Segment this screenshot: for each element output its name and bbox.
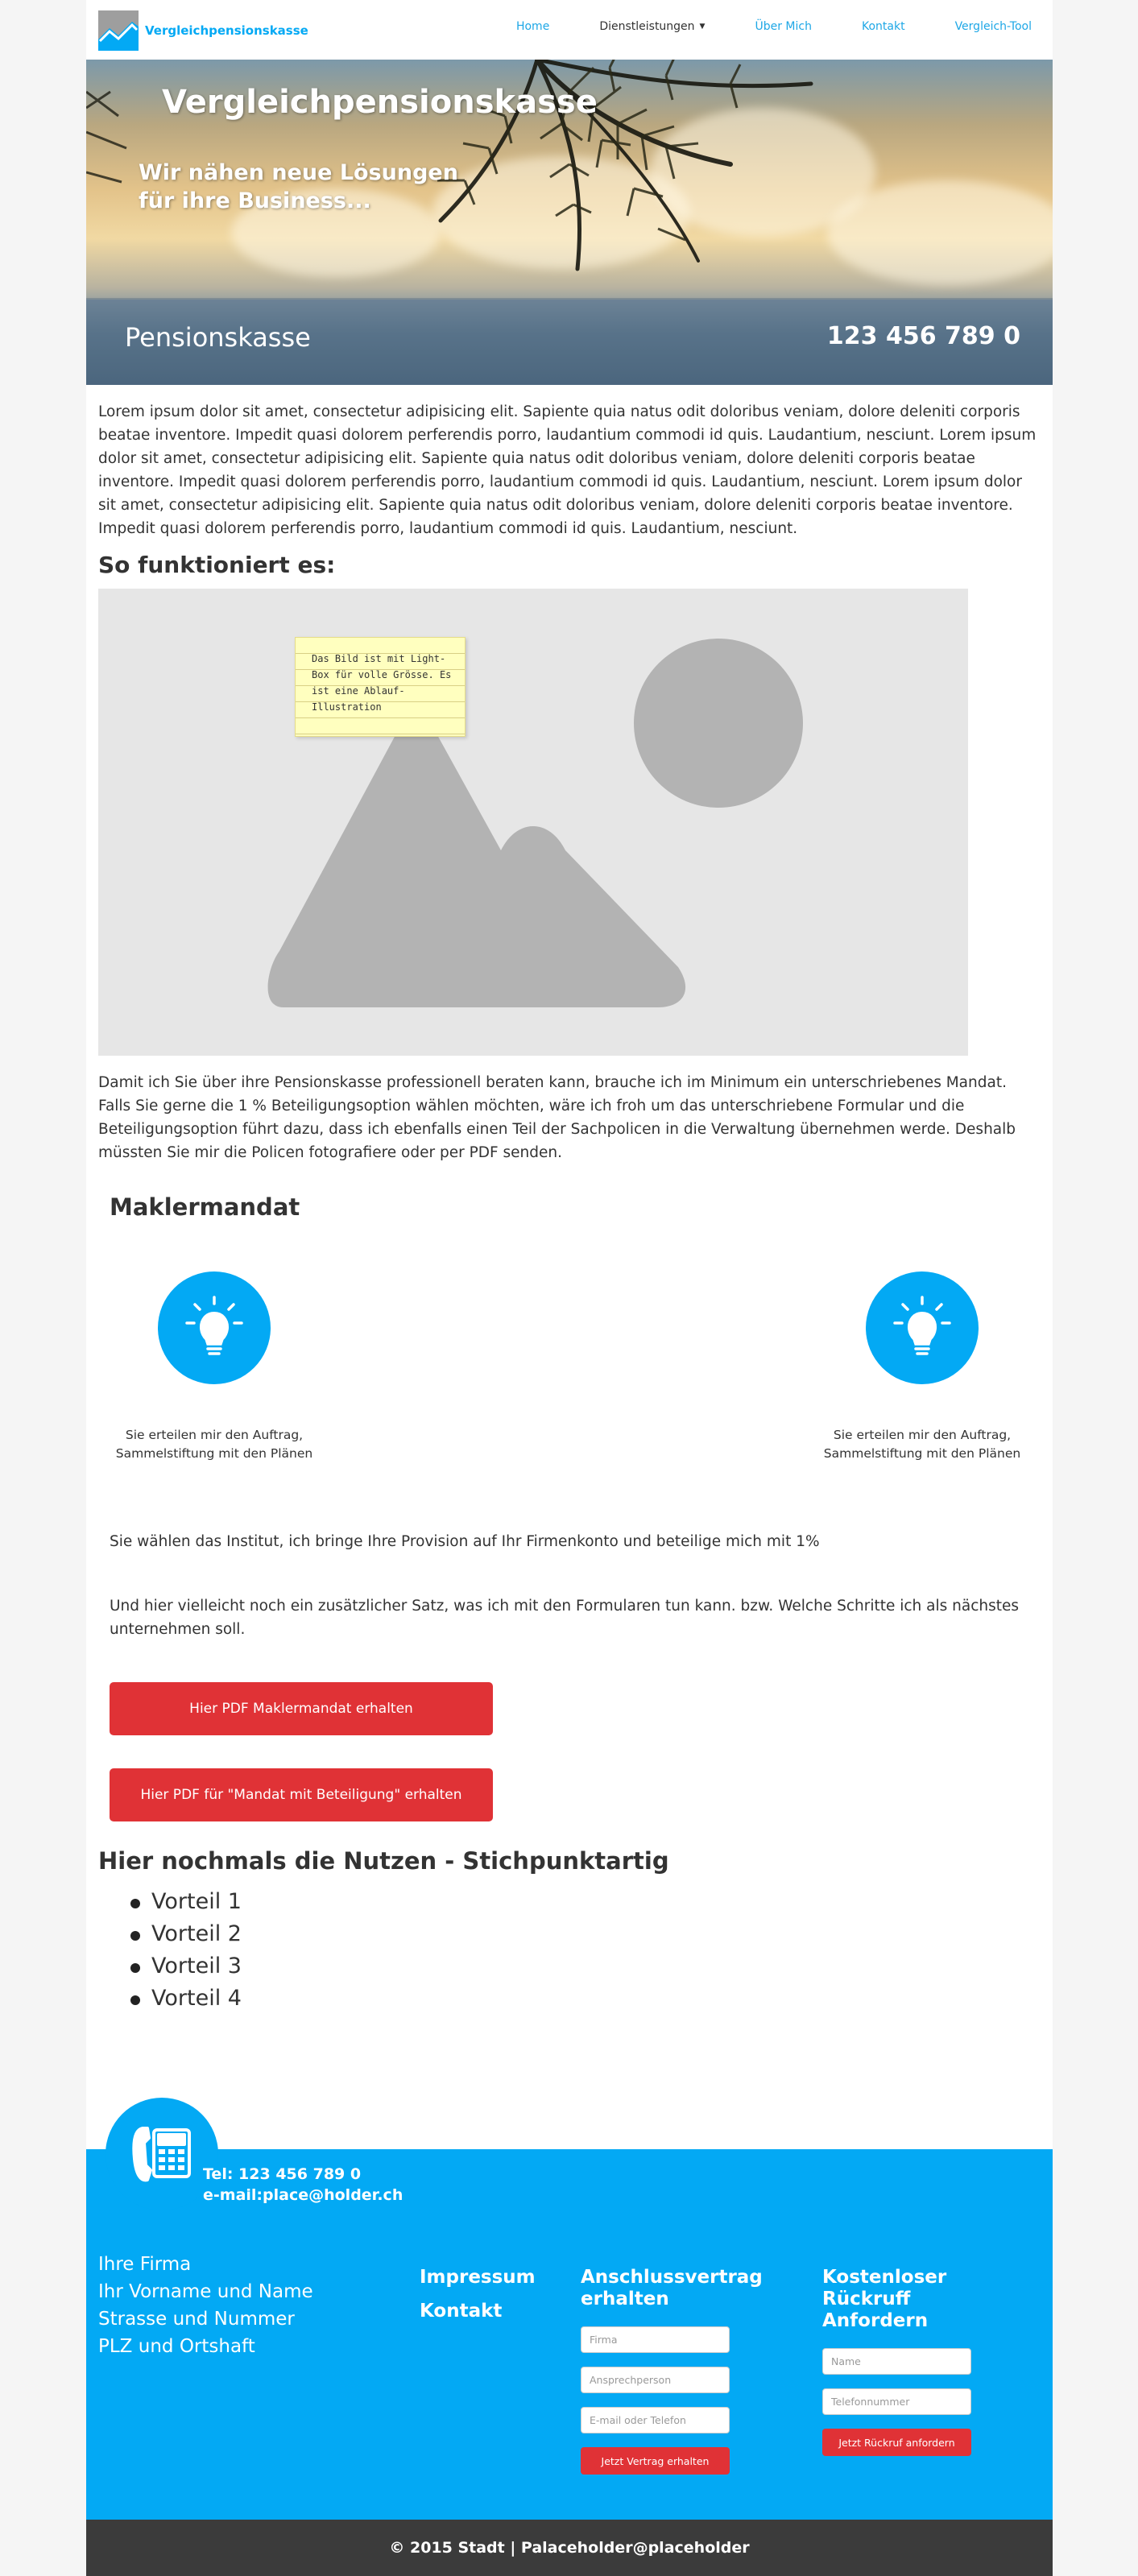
institut-text: Sie wählen das Institut, ich bringe Ihre… [110,1533,820,1550]
hero-banner: Vergleichpensionskasse Wir nähen neue Lö… [86,60,1053,385]
nav-item-dienstleistungen[interactable]: Dienstleistungen ▼ [599,20,705,33]
hero-bar-label: Pensionskasse [125,322,311,353]
name-field[interactable] [822,2348,971,2375]
brand-link[interactable]: Vergleichpensionskasse [98,10,308,51]
nav-item-label: Dienstleistungen [599,20,695,33]
list-item: Vorteil 3 [130,1950,242,1983]
step-card: Sie erteilen mir den Auftrag, Sammelstif… [817,1271,1027,1463]
footer-links: Impressum Kontakt [420,2267,536,2334]
nav-menu: Home Dienstleistungen ▼ Über Mich Kontakt… [466,20,1032,33]
firma-field[interactable] [581,2326,730,2353]
nav-item-ueber-mich[interactable]: Über Mich [755,20,812,33]
phone-icon [132,2127,191,2182]
lightbulb-icon [158,1271,271,1384]
rueckruf-form: Kostenloser Rückruff Anfordern Jetzt Rüc… [822,2267,1016,2456]
list-item: Vorteil 2 [130,1918,242,1950]
hero-subtitle: Wir nähen neue Lösungen für ihre Busines… [139,160,458,214]
footer-phone: Tel: 123 456 789 0 [203,2165,362,2183]
caret-down-icon: ▼ [699,23,706,31]
address-line: PLZ und Ortshaft [98,2336,255,2357]
lightbulb-glyph [893,1296,951,1355]
address-line: Ihre Firma [98,2254,192,2275]
mandat-text: Damit ich Sie über ihre Pensionskasse pr… [98,1074,1016,1161]
telefonnummer-field[interactable] [822,2388,971,2415]
additional-text: Und hier vielleicht noch ein zusätzliche… [110,1598,1020,1638]
hero-phone-number: 123 456 789 0 [826,322,1020,350]
email-or-phone-field[interactable] [581,2407,730,2433]
vertrag-form: Anschlussvertrag erhalten Jetzt Vertrag … [581,2267,774,2475]
list-item: Vorteil 1 [130,1886,242,1918]
lightbulb-glyph [185,1296,243,1355]
nav-item-vergleich-tool[interactable]: Vergleich-Tool [955,20,1032,33]
hero-bar: Pensionskasse 123 456 789 0 [86,298,1053,385]
list-item: Vorteil 4 [130,1983,242,2015]
maklermandat-heading: Maklermandat [110,1193,300,1221]
hero-title: Vergleichpensionskasse [162,84,598,121]
footer: Tel: 123 456 789 0 e-mail:place@holder.c… [86,2098,1053,2520]
footer-email[interactable]: e-mail:place@holder.ch [203,2186,403,2204]
copyright-bar: © 2015 Stadt | Palaceholder@placeholder [86,2520,1053,2576]
brand-name: Vergleichpensionskasse [145,23,308,38]
process-illustration[interactable]: Das Bild ist mit Light-Box für volle Grö… [98,589,968,1056]
address-line: Strasse und Nummer [98,2309,295,2330]
step-caption: Sie erteilen mir den Auftrag, Sammelstif… [823,1428,1021,1461]
pdf-beteiligung-button[interactable]: Hier PDF für "Mandat mit Beteiligung" er… [110,1768,493,1821]
chart-logo-icon [98,10,139,51]
pdf-maklermandat-button[interactable]: Hier PDF Maklermandat erhalten [110,1682,493,1735]
kontakt-link[interactable]: Kontakt [420,2301,536,2322]
rueckruf-heading: Kostenloser Rückruff Anfordern [822,2267,947,2331]
nutzen-heading: Hier nochmals die Nutzen - Stichpunktart… [98,1847,669,1875]
nav-item-home[interactable]: Home [516,20,549,33]
rueckruf-submit-button[interactable]: Jetzt Rückruf anfordern [822,2429,971,2456]
footer-address: Ihre Firma Ihr Vorname und Name Strasse … [98,2251,313,2360]
vertrag-heading: Anschlussvertrag erhalten [581,2267,763,2309]
image-placeholder-icon [267,639,803,1007]
ansprechperson-field[interactable] [581,2367,730,2393]
page: Vergleichpensionskasse Home Dienstleistu… [86,0,1053,2576]
step-card: Sie erteilen mir den Auftrag, Sammelstif… [110,1271,319,1463]
sticky-note: Das Bild ist mit Light-Box für volle Grö… [295,637,466,737]
lightbulb-icon [866,1271,979,1384]
how-heading: So funktioniert es: [98,552,336,578]
nav-item-kontakt[interactable]: Kontakt [862,20,905,33]
intro-text: Lorem ipsum dolor sit amet, consectetur … [98,403,1037,537]
vertrag-submit-button[interactable]: Jetzt Vertrag erhalten [581,2447,730,2475]
phone-badge [106,2098,218,2210]
address-line: Ihr Vorname und Name [98,2281,313,2302]
step-caption: Sie erteilen mir den Auftrag, Sammelstif… [115,1428,313,1461]
impressum-link[interactable]: Impressum [420,2267,536,2288]
vorteile-list: Vorteil 1 Vorteil 2 Vorteil 3 Vorteil 4 [130,1886,242,2015]
navbar: Vergleichpensionskasse Home Dienstleistu… [86,0,1053,60]
